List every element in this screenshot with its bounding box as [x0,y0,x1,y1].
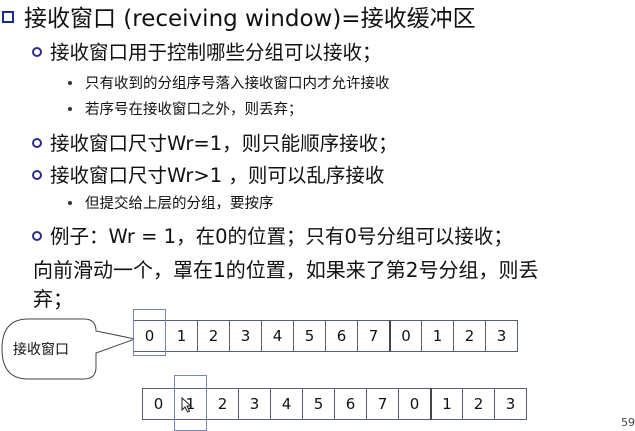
dot-bullet-icon [68,200,72,205]
seq-cell: 2 [462,388,495,420]
seq-cell: 0 [142,388,175,420]
seq-cell: 1 [421,320,454,352]
ring-bullet-icon [32,169,42,180]
seq-cell: 3 [229,320,262,352]
bullet-text: 接收窗口尺寸Wr=1，则只能顺序接收； [50,132,398,155]
sub-bullet-point: 但提交给上层的分组，要按序 [68,192,274,213]
bullet-point: 例子：Wr = 1，在0的位置；只有0号分组可以接收； [32,220,513,249]
bullet-point: 接收窗口尺寸Wr>1 ，则可以乱序接收 [32,159,384,188]
paragraph-text: 向前滑动一个，罩在1的位置，如果来了第2号分组，则丢 [33,258,539,282]
seq-cell: 1 [165,320,198,352]
seq-cell: 4 [270,388,303,420]
title-text: 接收窗口 (receiving window)=接收缓冲区 [24,6,476,32]
sequence-top: 0 1 2 3 4 5 6 7 0 1 2 3 [133,320,518,352]
seq-cell: 4 [261,320,294,352]
sub-bullet-text: 但提交给上层的分组，要按序 [85,196,274,212]
receive-window-frame [133,309,166,356]
bullet-text: 接收窗口用于控制哪些分组可以接收； [50,41,382,64]
sub-bullet-point: 只有收到的分组序号落入接收窗口内才允许接收 [68,72,390,93]
seq-cell: 7 [366,388,399,420]
seq-cell: 6 [334,388,367,420]
seq-cell: 5 [302,388,335,420]
ring-bullet-icon [32,230,42,241]
seq-cell: 6 [325,320,358,352]
paragraph-text: 弃； [33,287,73,311]
paragraph-line: 弃； [33,283,73,312]
seq-cell: 0 [389,320,422,352]
dot-bullet-icon [68,80,72,85]
ring-bullet-icon [32,46,42,57]
slide-title: 接收窗口 (receiving window)=接收缓冲区 [2,0,476,32]
seq-cell: 3 [494,388,527,420]
seq-cell: 3 [238,388,271,420]
bullet-text: 例子：Wr = 1，在0的位置；只有0号分组可以接收； [50,225,513,248]
seq-cell: 7 [357,320,390,352]
seq-cell: 2 [206,388,239,420]
seq-cell: 2 [453,320,486,352]
sub-bullet-text: 只有收到的分组序号落入接收窗口内才允许接收 [85,76,390,92]
bullet-point: 接收窗口用于控制哪些分组可以接收； [32,36,382,65]
mouse-cursor-icon [181,397,193,413]
callout-bubble: 接收窗口 [0,317,137,381]
callout-label: 接收窗口 [13,342,69,358]
page-number: 59 [621,416,635,429]
seq-cell: 3 [485,320,518,352]
seq-cell: 2 [197,320,230,352]
seq-cell: 5 [293,320,326,352]
dot-bullet-icon [68,106,72,111]
ring-bullet-icon [32,137,42,148]
paragraph-line: 向前滑动一个，罩在1的位置，如果来了第2号分组，则丢 [33,254,538,283]
seq-cell: 0 [398,388,431,420]
bullet-text: 接收窗口尺寸Wr>1 ，则可以乱序接收 [50,164,385,187]
sub-bullet-point: 若序号在接收窗口之外，则丢弃； [68,98,303,119]
sub-bullet-text: 若序号在接收窗口之外，则丢弃； [85,102,303,118]
bullet-point: 接收窗口尺寸Wr=1，则只能顺序接收； [32,127,398,156]
square-bullet-icon [2,11,14,23]
seq-cell: 1 [430,388,463,420]
